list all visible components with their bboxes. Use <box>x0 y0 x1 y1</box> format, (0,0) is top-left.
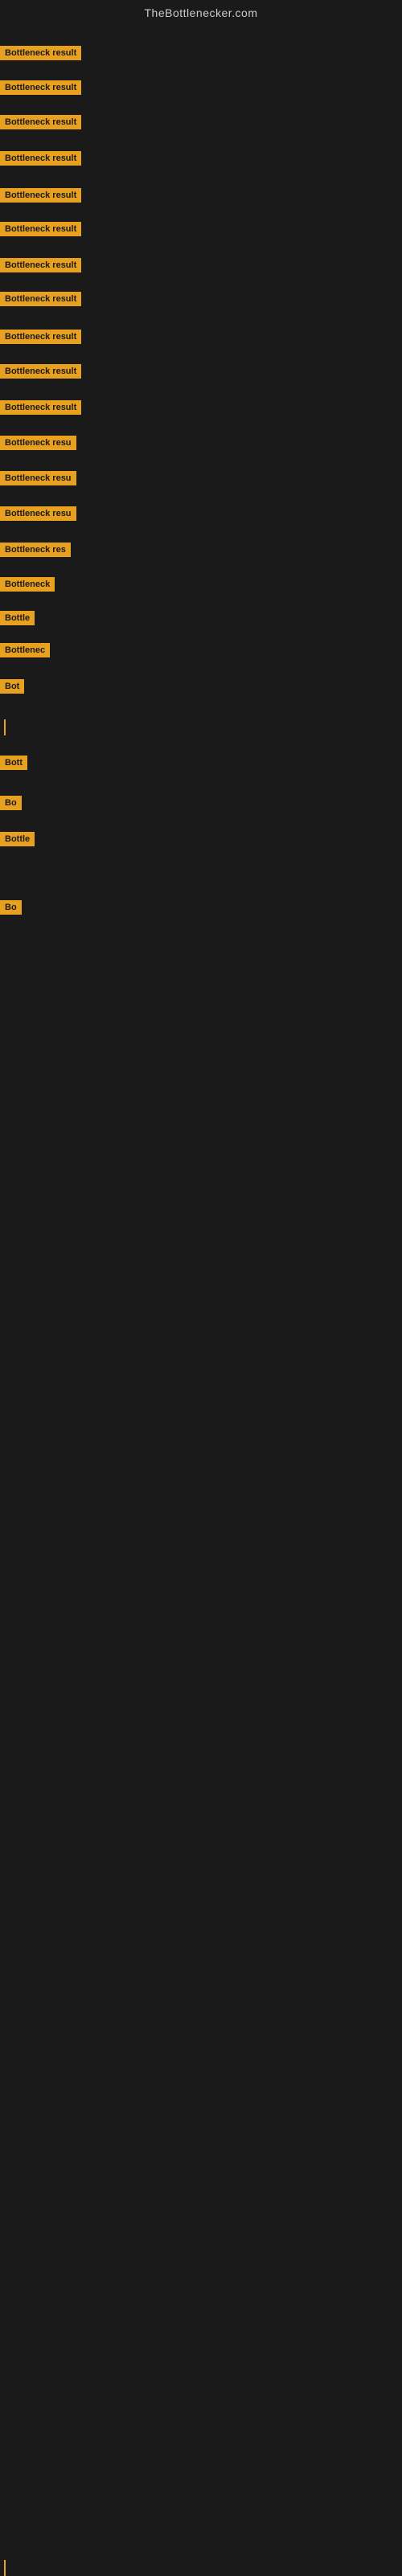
bottleneck-badge: Bottleneck result <box>0 46 81 60</box>
bottleneck-badge: Bottleneck result <box>0 330 81 344</box>
bottleneck-badge-container: Bottle <box>0 832 35 850</box>
bottleneck-badge-container: Bottleneck result <box>0 222 81 240</box>
bottleneck-badge-container <box>0 2560 6 2576</box>
bottleneck-badge: Bottleneck res <box>0 543 71 557</box>
bottleneck-badge-container: Bottleneck result <box>0 115 81 133</box>
bottleneck-badge: Bot <box>0 679 24 694</box>
bottleneck-badge-container: Bottleneck resu <box>0 471 76 489</box>
bottleneck-badge-container: Bottleneck result <box>0 400 81 419</box>
bottleneck-badge: Bottleneck result <box>0 115 81 129</box>
bottleneck-badge-container: Bottleneck result <box>0 292 81 310</box>
bottleneck-badge-container <box>0 719 6 735</box>
vertical-bar <box>4 719 6 735</box>
bottleneck-badge: Bottle <box>0 832 35 846</box>
bottleneck-badge-container: Bottleneck result <box>0 80 81 99</box>
bottleneck-badge-container: Bot <box>0 679 24 698</box>
bottleneck-badge-container: Bottleneck res <box>0 543 71 561</box>
bottleneck-badge: Bottleneck result <box>0 400 81 415</box>
bottleneck-badge: Bottleneck resu <box>0 436 76 450</box>
bottleneck-badge-container: Bo <box>0 900 22 919</box>
bottleneck-badge: Bottle <box>0 611 35 625</box>
bottleneck-badge-container: Bottleneck <box>0 577 55 596</box>
bottleneck-badge: Bottleneck result <box>0 222 81 236</box>
bottleneck-badge-container: Bottlenec <box>0 643 50 661</box>
bottleneck-badge-container: Bottleneck resu <box>0 506 76 525</box>
bottleneck-badge: Bo <box>0 900 22 915</box>
bottleneck-badge: Bottleneck result <box>0 80 81 95</box>
bottleneck-badge-container: Bottleneck result <box>0 330 81 348</box>
bottleneck-badge: Bottleneck result <box>0 292 81 306</box>
bottleneck-badge: Bottleneck resu <box>0 471 76 485</box>
bottleneck-badge: Bottleneck resu <box>0 506 76 521</box>
bottleneck-badge-container: Bottleneck result <box>0 364 81 383</box>
bottleneck-badge: Bottleneck result <box>0 364 81 379</box>
bottleneck-badge: Bottleneck result <box>0 151 81 166</box>
bottleneck-badge: Bott <box>0 756 27 770</box>
bottleneck-badge: Bottleneck result <box>0 188 81 203</box>
bottleneck-badge: Bottleneck result <box>0 258 81 272</box>
bottleneck-badge: Bottleneck <box>0 577 55 592</box>
bottleneck-badge: Bottlenec <box>0 643 50 657</box>
bottleneck-badge-container: Bottleneck result <box>0 258 81 276</box>
bottleneck-badge-container: Bo <box>0 796 22 814</box>
vertical-bar <box>4 2560 6 2576</box>
bottleneck-badge-container: Bottle <box>0 611 35 629</box>
bottleneck-badge-container: Bott <box>0 756 27 774</box>
site-title: TheBottlenecker.com <box>0 0 402 26</box>
bottleneck-badge-container: Bottleneck result <box>0 188 81 207</box>
bottleneck-badge-container: Bottleneck result <box>0 151 81 170</box>
bottleneck-badge-container: Bottleneck resu <box>0 436 76 454</box>
bottleneck-badge: Bo <box>0 796 22 810</box>
bottleneck-badge-container: Bottleneck result <box>0 46 81 64</box>
